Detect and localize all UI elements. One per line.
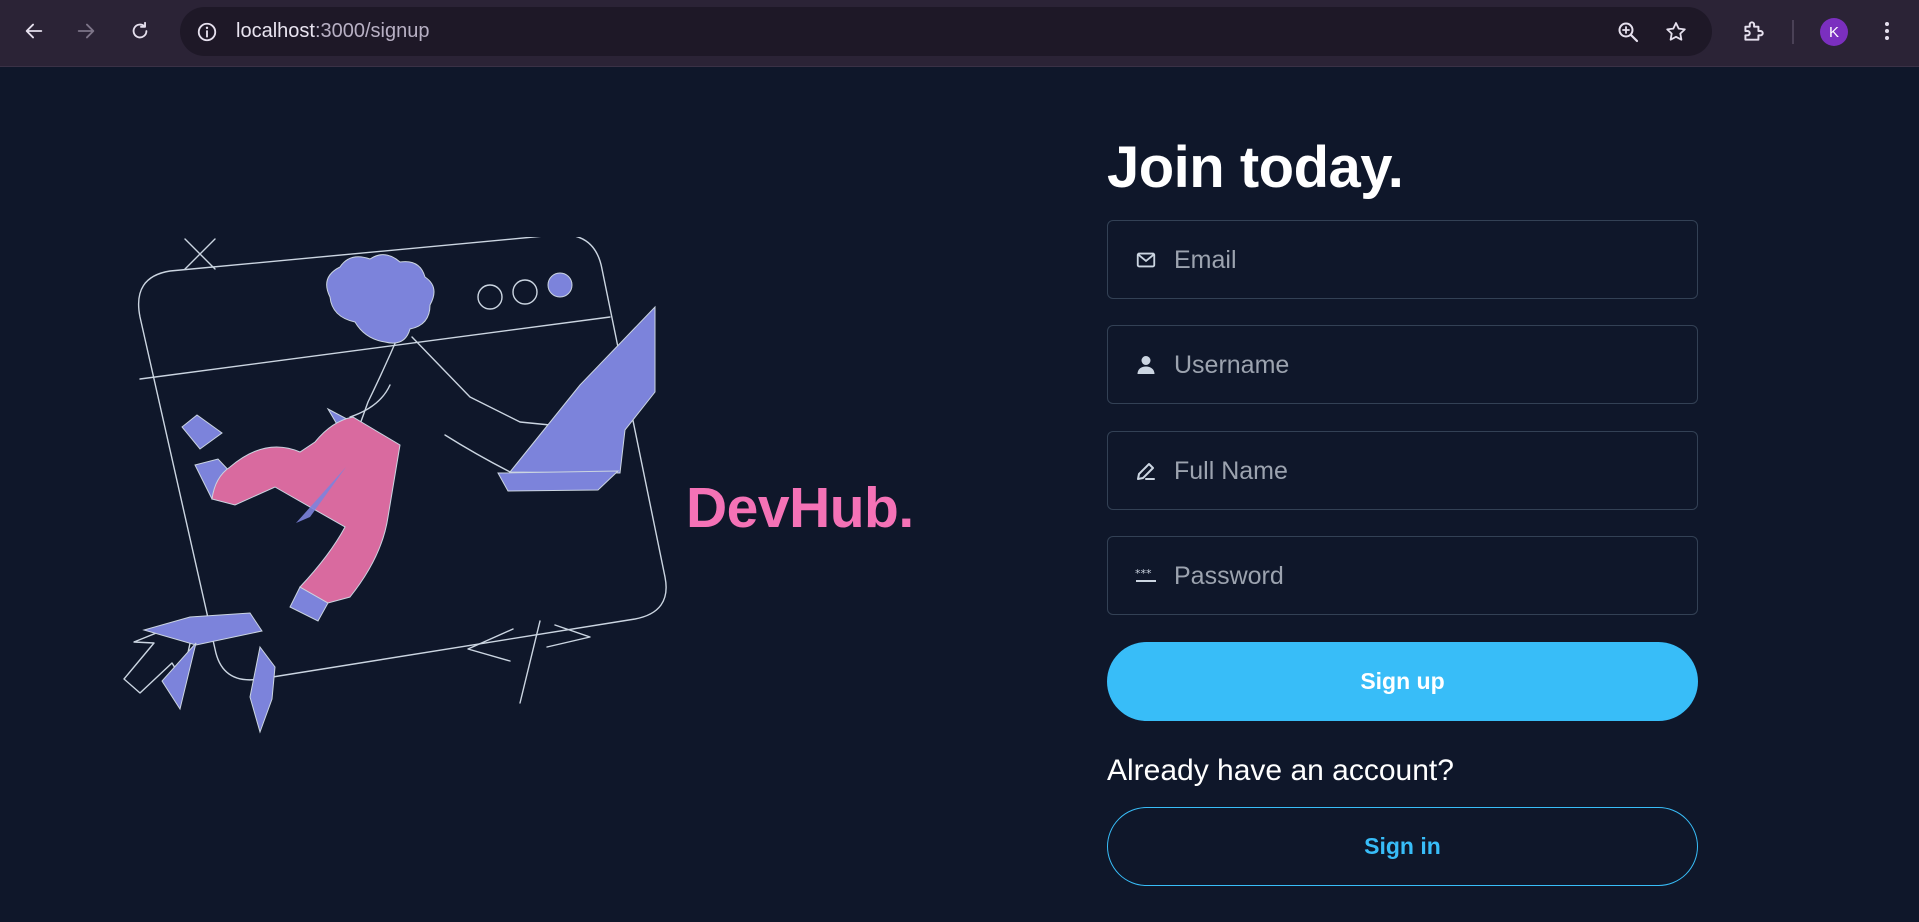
- url-text[interactable]: localhost:3000/signup: [236, 20, 429, 43]
- brand-logo-text: DevHub.: [686, 476, 914, 540]
- password-field[interactable]: ***: [1107, 536, 1698, 615]
- zoom-icon[interactable]: [1614, 18, 1642, 46]
- pen-icon: [1134, 460, 1158, 482]
- password-dots-icon: ***: [1134, 565, 1158, 587]
- extensions-icon[interactable]: [1738, 16, 1768, 46]
- url-host: localhost: [236, 20, 315, 42]
- browser-toolbar: localhost:3000/signup K: [0, 0, 1919, 67]
- toolbar-divider: [1792, 20, 1794, 44]
- username-input[interactable]: [1174, 344, 1674, 386]
- sign-up-button[interactable]: Sign up: [1107, 642, 1698, 721]
- kebab-menu-icon[interactable]: [1872, 16, 1902, 46]
- username-field[interactable]: [1107, 325, 1698, 404]
- already-have-account-text: Already have an account?: [1107, 754, 1454, 787]
- developer-illustration: [123, 237, 667, 734]
- signup-page: DevHub. Join today. ***: [0, 67, 1919, 922]
- profile-avatar[interactable]: K: [1820, 18, 1848, 46]
- profile-initial: K: [1828, 23, 1839, 41]
- email-field[interactable]: [1107, 220, 1698, 299]
- info-icon[interactable]: [194, 19, 220, 45]
- address-bar[interactable]: localhost:3000/signup: [180, 7, 1712, 56]
- email-input[interactable]: [1174, 239, 1674, 281]
- forward-arrow-icon[interactable]: [68, 13, 104, 49]
- sign-in-button[interactable]: Sign in: [1107, 807, 1698, 886]
- page-title: Join today.: [1107, 135, 1404, 200]
- bookmark-star-icon[interactable]: [1662, 18, 1690, 46]
- back-arrow-icon[interactable]: [16, 13, 52, 49]
- envelope-icon: [1134, 249, 1158, 271]
- reload-icon[interactable]: [122, 13, 158, 49]
- user-icon: [1134, 354, 1158, 376]
- svg-text:***: ***: [1135, 567, 1152, 580]
- password-input[interactable]: [1174, 555, 1674, 597]
- full-name-input[interactable]: [1174, 450, 1674, 492]
- full-name-field[interactable]: [1107, 431, 1698, 510]
- url-path: :3000/signup: [314, 20, 430, 42]
